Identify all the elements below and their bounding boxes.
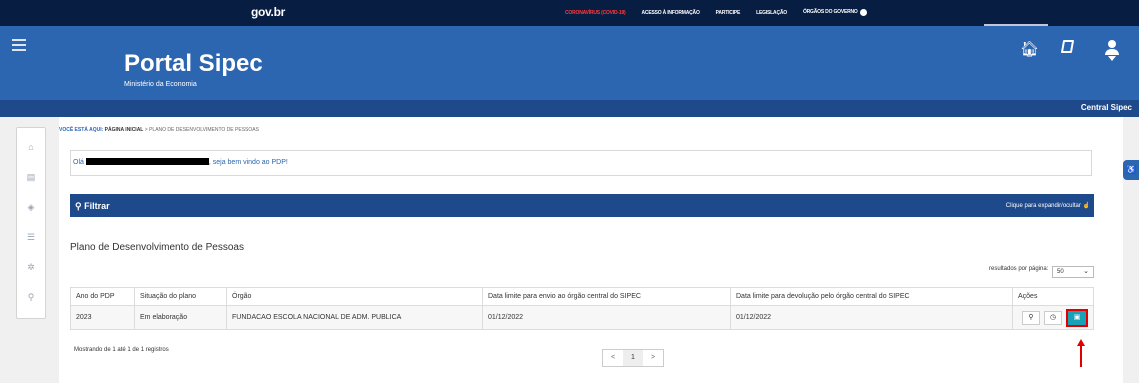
- chevron-down-icon: ▾: [859, 9, 867, 16]
- welcome-message: Olá , seja bem vindo ao PDP!: [73, 158, 288, 166]
- home-icon[interactable]: ⌂: [26, 142, 36, 152]
- gear-icon[interactable]: ✲: [26, 262, 36, 272]
- table-header-row: Ano do PDP Situação do plano Órgão Data …: [70, 287, 1094, 306]
- per-page-select[interactable]: 50 ⌄: [1052, 266, 1095, 278]
- gov-link-covid[interactable]: CORONAVÍRUS (COVID-19): [565, 10, 626, 16]
- tag-icon[interactable]: ◈: [26, 202, 36, 212]
- annotation-arrow-shaft: [1080, 345, 1082, 367]
- gov-links: CORONAVÍRUS (COVID-19) ACESSO À INFORMAÇ…: [565, 9, 867, 16]
- edit-plan-button[interactable]: ▣: [1066, 308, 1088, 327]
- left-sidebar: ⌂ ▤ ◈ ☰ ✲ ⚲: [16, 127, 46, 319]
- filter-title: ⚲ Filtrar: [75, 201, 110, 212]
- home-icon[interactable]: 🏠︎: [1020, 40, 1039, 58]
- search-icon: ⚲: [1028, 313, 1034, 321]
- filter-toggle[interactable]: Clique para expandir/ocultar ☝: [1006, 202, 1090, 209]
- cell-ano: 2023: [70, 305, 135, 330]
- gov-link-orgaos[interactable]: ÓRGÃOS DO GOVERNO ▾: [803, 9, 867, 16]
- user-icon[interactable]: [1105, 40, 1119, 62]
- gov-link-legislacao[interactable]: LEGISLAÇÃO: [756, 10, 787, 16]
- col-orgao[interactable]: Órgão: [226, 287, 483, 306]
- history-button[interactable]: ◷: [1044, 310, 1062, 325]
- chevron-down-icon: ⌄: [1083, 268, 1090, 275]
- table-row: 2023 Em elaboração FUNDACAO ESCOLA NACIO…: [70, 305, 1094, 330]
- cell-orgao: FUNDACAO ESCOLA NACIONAL DE ADM. PUBLICA: [226, 305, 483, 330]
- pagination: < 1 >: [602, 349, 664, 367]
- filter-title-label: Filtrar: [84, 201, 110, 211]
- list-icon[interactable]: ☰: [26, 232, 36, 242]
- pointer-icon: ☝: [1082, 203, 1090, 209]
- page-title: Portal Sipec: [124, 50, 263, 77]
- records-info: Mostrando de 1 até 1 de 1 registros: [74, 347, 169, 353]
- clock-icon: ◷: [1049, 313, 1057, 321]
- cell-situacao: Em elaboração: [134, 305, 227, 330]
- main-content: VOCÊ ESTÁ AQUI: PÁGINA INICIAL > PLANO D…: [59, 117, 1123, 383]
- gov-link-orgaos-label: ÓRGÃOS DO GOVERNO: [802, 9, 858, 15]
- per-page-value: 50: [1057, 269, 1064, 275]
- per-page-control: resultados por página: 50 ⌄: [989, 266, 1095, 278]
- breadcrumb-current: PLANO DE DESENVOLVIMENTO DE PESSOAS: [149, 127, 259, 133]
- gov-top-bar: gov.br CORONAVÍRUS (COVID-19) ACESSO À I…: [0, 0, 1139, 26]
- col-ano[interactable]: Ano do PDP: [70, 287, 135, 306]
- per-page-label: resultados por página:: [989, 266, 1049, 272]
- redacted-username: [85, 158, 209, 165]
- cell-data-devolucao: 01/12/2022: [730, 305, 1013, 330]
- breadcrumb: VOCÊ ESTÁ AQUI: PÁGINA INICIAL > PLANO D…: [59, 127, 259, 133]
- govbr-logo[interactable]: gov.br: [251, 5, 285, 19]
- search-icon: ⚲: [75, 201, 82, 211]
- breadcrumb-home[interactable]: PÁGINA INICIAL: [105, 127, 144, 133]
- welcome-suffix: , seja bem vindo ao PDP!: [208, 159, 288, 166]
- section-title: Plano de Desenvolvimento de Pessoas: [70, 242, 244, 253]
- breadcrumb-separator: >: [144, 127, 148, 133]
- filter-toggle-label: Clique para expandir/ocultar: [1005, 203, 1081, 209]
- accessibility-icon[interactable]: ♿: [1123, 160, 1139, 180]
- welcome-box: Olá , seja bem vindo ao PDP!: [70, 150, 1092, 176]
- welcome-prefix: Olá: [73, 159, 84, 166]
- pager-prev[interactable]: <: [603, 350, 623, 366]
- central-sipec-bar: Central Sipec: [0, 100, 1139, 117]
- site-header: Portal Sipec Ministério da Economia 🏠︎: [0, 26, 1139, 100]
- col-situacao[interactable]: Situação do plano: [134, 287, 227, 306]
- col-acoes: Ações: [1012, 287, 1094, 306]
- breadcrumb-label: VOCÊ ESTÁ AQUI:: [59, 127, 104, 133]
- book-icon[interactable]: ▤: [26, 172, 36, 182]
- pager-page[interactable]: 1: [623, 350, 643, 366]
- gov-link-participe[interactable]: PARTICIPE: [716, 10, 741, 16]
- menu-icon[interactable]: [12, 39, 26, 54]
- book-icon[interactable]: [1060, 40, 1075, 53]
- ministry-subtitle: Ministério da Economia: [124, 81, 197, 88]
- gov-link-acesso[interactable]: ACESSO À INFORMAÇÃO: [642, 10, 700, 16]
- pager-next[interactable]: >: [643, 350, 663, 366]
- central-sipec-link[interactable]: Central Sipec: [1081, 103, 1132, 112]
- document-icon: ▣: [1073, 313, 1081, 321]
- cell-data-envio: 01/12/2022: [482, 305, 731, 330]
- filter-panel-header[interactable]: ⚲ Filtrar Clique para expandir/ocultar ☝: [70, 194, 1094, 217]
- view-button[interactable]: ⚲: [1022, 310, 1040, 325]
- col-data-devolucao[interactable]: Data limite para devolução pelo órgão ce…: [730, 287, 1013, 306]
- cell-acoes: ⚲ ◷ ▣: [1012, 305, 1094, 330]
- col-data-envio[interactable]: Data limite para envio ao órgão central …: [482, 287, 731, 306]
- search-icon[interactable]: ⚲: [26, 292, 36, 302]
- pdp-table: Ano do PDP Situação do plano Órgão Data …: [70, 287, 1094, 330]
